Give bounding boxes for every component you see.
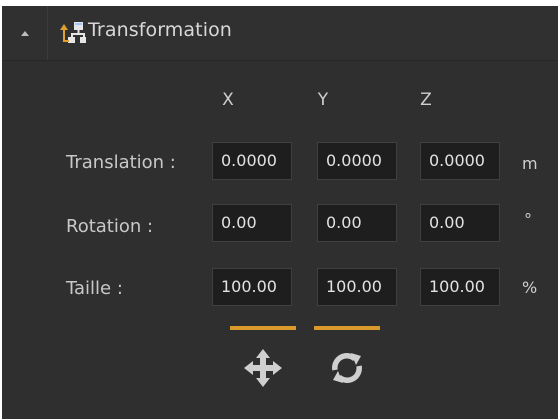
translation-x-field[interactable]: 0.0000 <box>212 142 292 180</box>
move-tool-button[interactable] <box>230 326 296 394</box>
rotate-icon <box>332 353 362 383</box>
rotation-x-field[interactable]: 0.00 <box>212 204 292 242</box>
move-icon <box>244 349 282 387</box>
rotation-label: Rotation : <box>66 216 154 237</box>
rotate-tool-active-indicator <box>314 326 380 330</box>
size-unit: % <box>522 278 538 297</box>
translation-z-field[interactable]: 0.0000 <box>420 142 500 180</box>
translation-y-field[interactable]: 0.0000 <box>317 142 397 180</box>
panel-header[interactable]: Transformation <box>2 6 558 61</box>
panel-title: Transformation <box>88 19 232 41</box>
size-y-field[interactable]: 100.00 <box>317 268 397 306</box>
axis-label-y: Y <box>317 90 329 110</box>
rotation-y-field[interactable]: 0.00 <box>317 204 397 242</box>
translation-label: Translation : <box>66 152 176 173</box>
move-tool-active-indicator <box>230 326 296 330</box>
axis-label-z: Z <box>420 90 432 110</box>
rotation-z-field[interactable]: 0.00 <box>420 204 500 242</box>
axis-label-x: X <box>222 90 234 110</box>
collapse-toggle[interactable] <box>2 6 48 60</box>
translation-unit: m <box>522 154 538 173</box>
transformation-panel: Transformation X Y Z Translation : 0.000… <box>2 6 558 419</box>
rotate-tool-button[interactable] <box>314 326 380 394</box>
size-x-field[interactable]: 100.00 <box>212 268 292 306</box>
size-label: Taille : <box>66 278 123 299</box>
hierarchy-icon <box>60 22 86 43</box>
rotation-unit: ° <box>524 210 532 229</box>
collapse-up-icon <box>21 31 29 36</box>
size-z-field[interactable]: 100.00 <box>420 268 500 306</box>
